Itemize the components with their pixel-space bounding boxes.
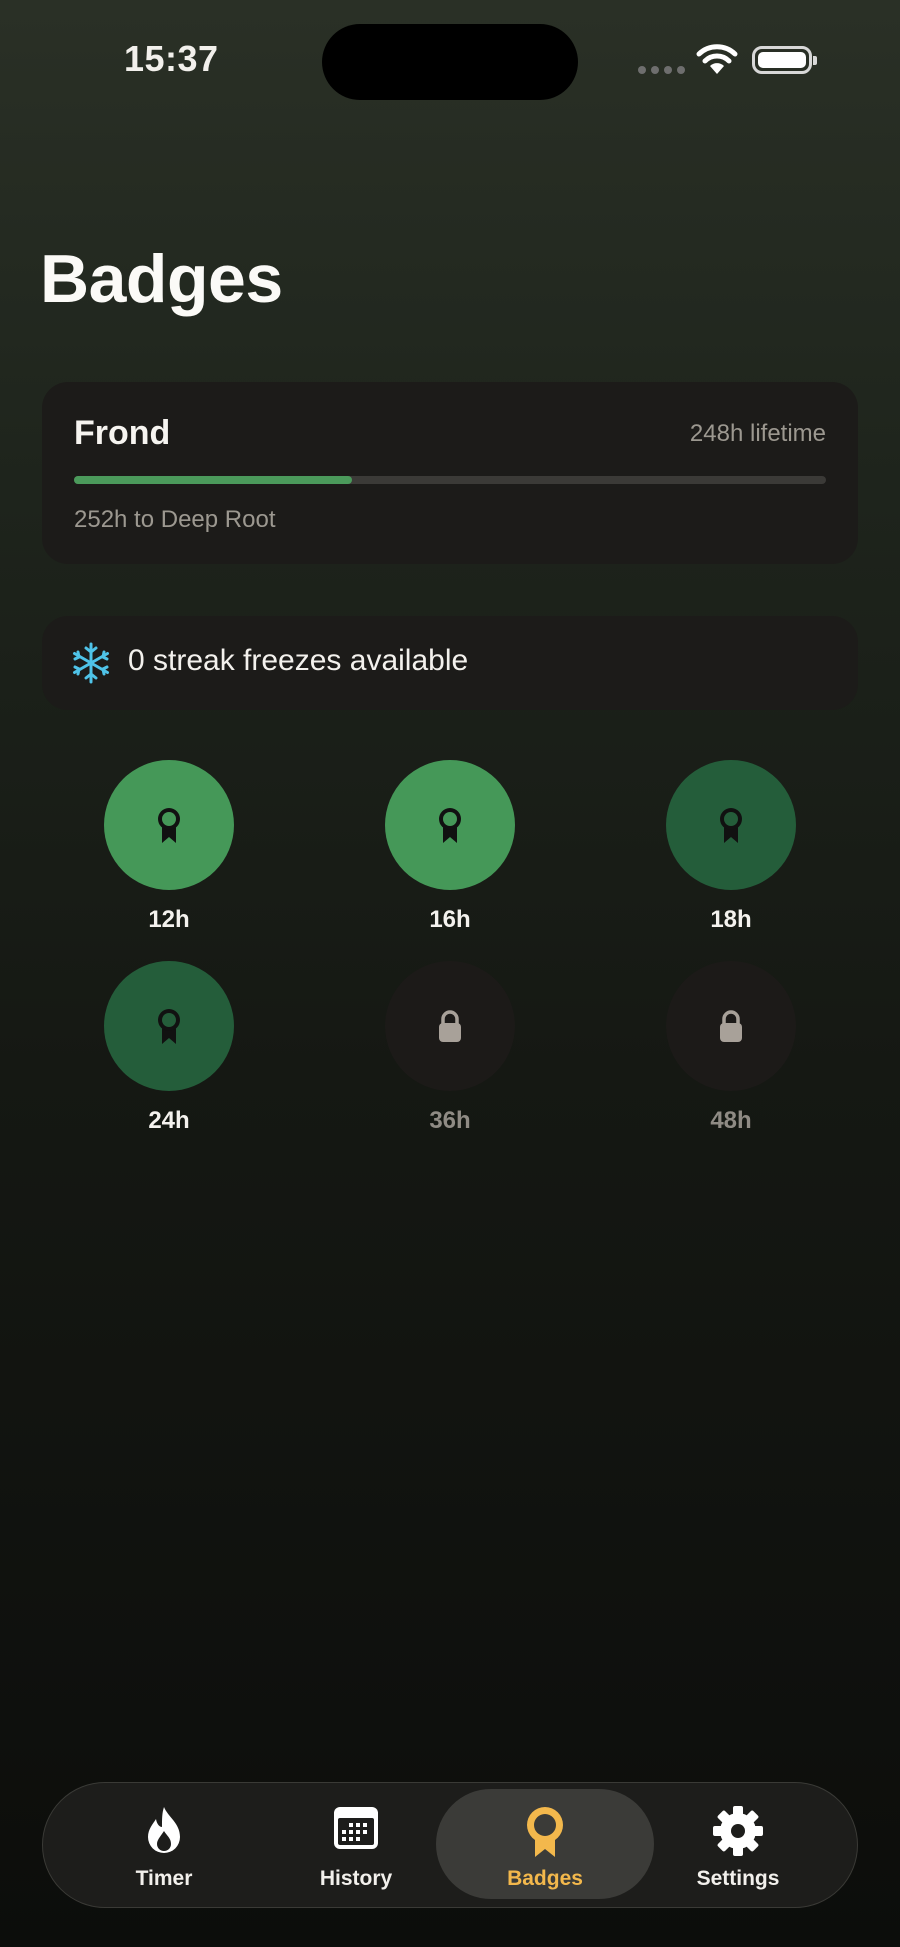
cellular-signal-icon bbox=[638, 66, 685, 74]
gear-icon bbox=[713, 1806, 763, 1856]
streak-freeze-text: 0 streak freezes available bbox=[128, 644, 469, 677]
badge-label: 36h bbox=[429, 1107, 471, 1134]
calendar-icon bbox=[334, 1807, 378, 1849]
badge-48h[interactable]: 48h bbox=[651, 961, 811, 1135]
tab-label: History bbox=[319, 1867, 393, 1890]
rank-name: Frond bbox=[74, 414, 171, 452]
badge-label: 24h bbox=[148, 1107, 190, 1134]
dynamic-island bbox=[322, 24, 578, 100]
tab-label: Settings bbox=[696, 1867, 780, 1890]
rank-progress-card: Frond 248h lifetime 252h to Deep Root bbox=[42, 382, 858, 564]
tab-badges[interactable]: Badges bbox=[436, 1789, 654, 1899]
tab-bar: Timer History Badges Settings bbox=[42, 1782, 858, 1908]
flame-icon bbox=[148, 1807, 180, 1853]
lock-icon bbox=[720, 1010, 742, 1042]
snowflake-icon bbox=[73, 642, 109, 684]
badge-circle bbox=[666, 760, 796, 890]
badge-label: 16h bbox=[429, 906, 471, 933]
page-title: Badges bbox=[40, 241, 283, 317]
lock-icon bbox=[439, 1010, 461, 1042]
badge-36h[interactable]: 36h bbox=[370, 961, 530, 1135]
award-ribbon-icon bbox=[158, 1009, 180, 1044]
tab-label: Timer bbox=[135, 1867, 193, 1890]
badge-circle bbox=[385, 760, 515, 890]
tab-label: Badges bbox=[507, 1867, 583, 1890]
badge-circle bbox=[104, 961, 234, 1091]
status-bar: 15:37 bbox=[0, 0, 900, 120]
badge-circle bbox=[104, 760, 234, 890]
badge-16h[interactable]: 16h bbox=[370, 760, 530, 934]
award-ribbon-icon bbox=[439, 808, 461, 843]
badge-label: 48h bbox=[710, 1107, 752, 1134]
streak-freeze-card: 0 streak freezes available bbox=[42, 616, 858, 710]
badge-18h[interactable]: 18h bbox=[651, 760, 811, 934]
wifi-icon bbox=[696, 44, 738, 74]
award-icon bbox=[527, 1807, 563, 1857]
rank-progress-bar bbox=[74, 476, 826, 484]
battery-icon bbox=[752, 46, 817, 74]
badge-circle bbox=[666, 961, 796, 1091]
badge-12h[interactable]: 12h bbox=[89, 760, 249, 934]
badge-label: 12h bbox=[148, 906, 190, 933]
badge-24h[interactable]: 24h bbox=[89, 961, 249, 1135]
award-ribbon-icon bbox=[720, 808, 742, 843]
rank-progress-fill bbox=[74, 476, 353, 484]
lifetime-hours: 248h lifetime bbox=[689, 420, 826, 447]
tab-timer[interactable]: Timer bbox=[55, 1789, 273, 1899]
next-rank-text: 252h to Deep Root bbox=[74, 506, 276, 533]
badge-circle bbox=[385, 961, 515, 1091]
award-ribbon-icon bbox=[158, 808, 180, 843]
badge-label: 18h bbox=[710, 906, 752, 933]
tab-history[interactable]: History bbox=[247, 1789, 465, 1899]
status-time: 15:37 bbox=[124, 38, 219, 79]
tab-settings[interactable]: Settings bbox=[629, 1789, 847, 1899]
